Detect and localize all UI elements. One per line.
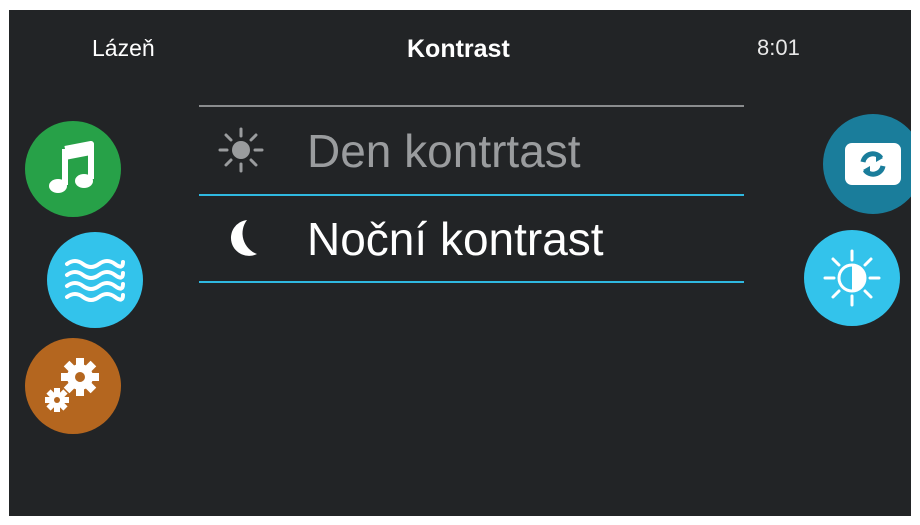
day-contrast-option[interactable]: Den kontrtast	[199, 108, 744, 194]
music-note-icon	[49, 141, 94, 193]
sun-icon	[218, 127, 264, 173]
switch-button[interactable]	[823, 114, 911, 214]
location-label: Lázeň	[92, 35, 155, 61]
day-contrast-label: Den kontrtast	[307, 125, 581, 177]
switch-refresh-icon	[845, 143, 901, 185]
menu-divider-selected-bottom	[199, 281, 744, 283]
music-button[interactable]	[25, 121, 121, 217]
menu-divider	[199, 105, 744, 107]
app-screen: Lázeň Kontrast 8:01 Den kontrtast Noční …	[9, 10, 911, 516]
settings-button[interactable]	[25, 338, 121, 434]
water-button[interactable]	[47, 232, 143, 328]
moon-icon	[230, 220, 257, 256]
night-contrast-label: Noční kontrast	[307, 213, 604, 265]
contrast-button[interactable]	[804, 230, 900, 326]
page-title: Kontrast	[407, 35, 510, 63]
night-contrast-option[interactable]: Noční kontrast	[199, 196, 744, 282]
contrast-sun-icon	[823, 249, 881, 307]
gears-icon	[45, 358, 99, 412]
water-waves-icon	[65, 259, 125, 302]
clock: 8:01	[757, 35, 800, 60]
